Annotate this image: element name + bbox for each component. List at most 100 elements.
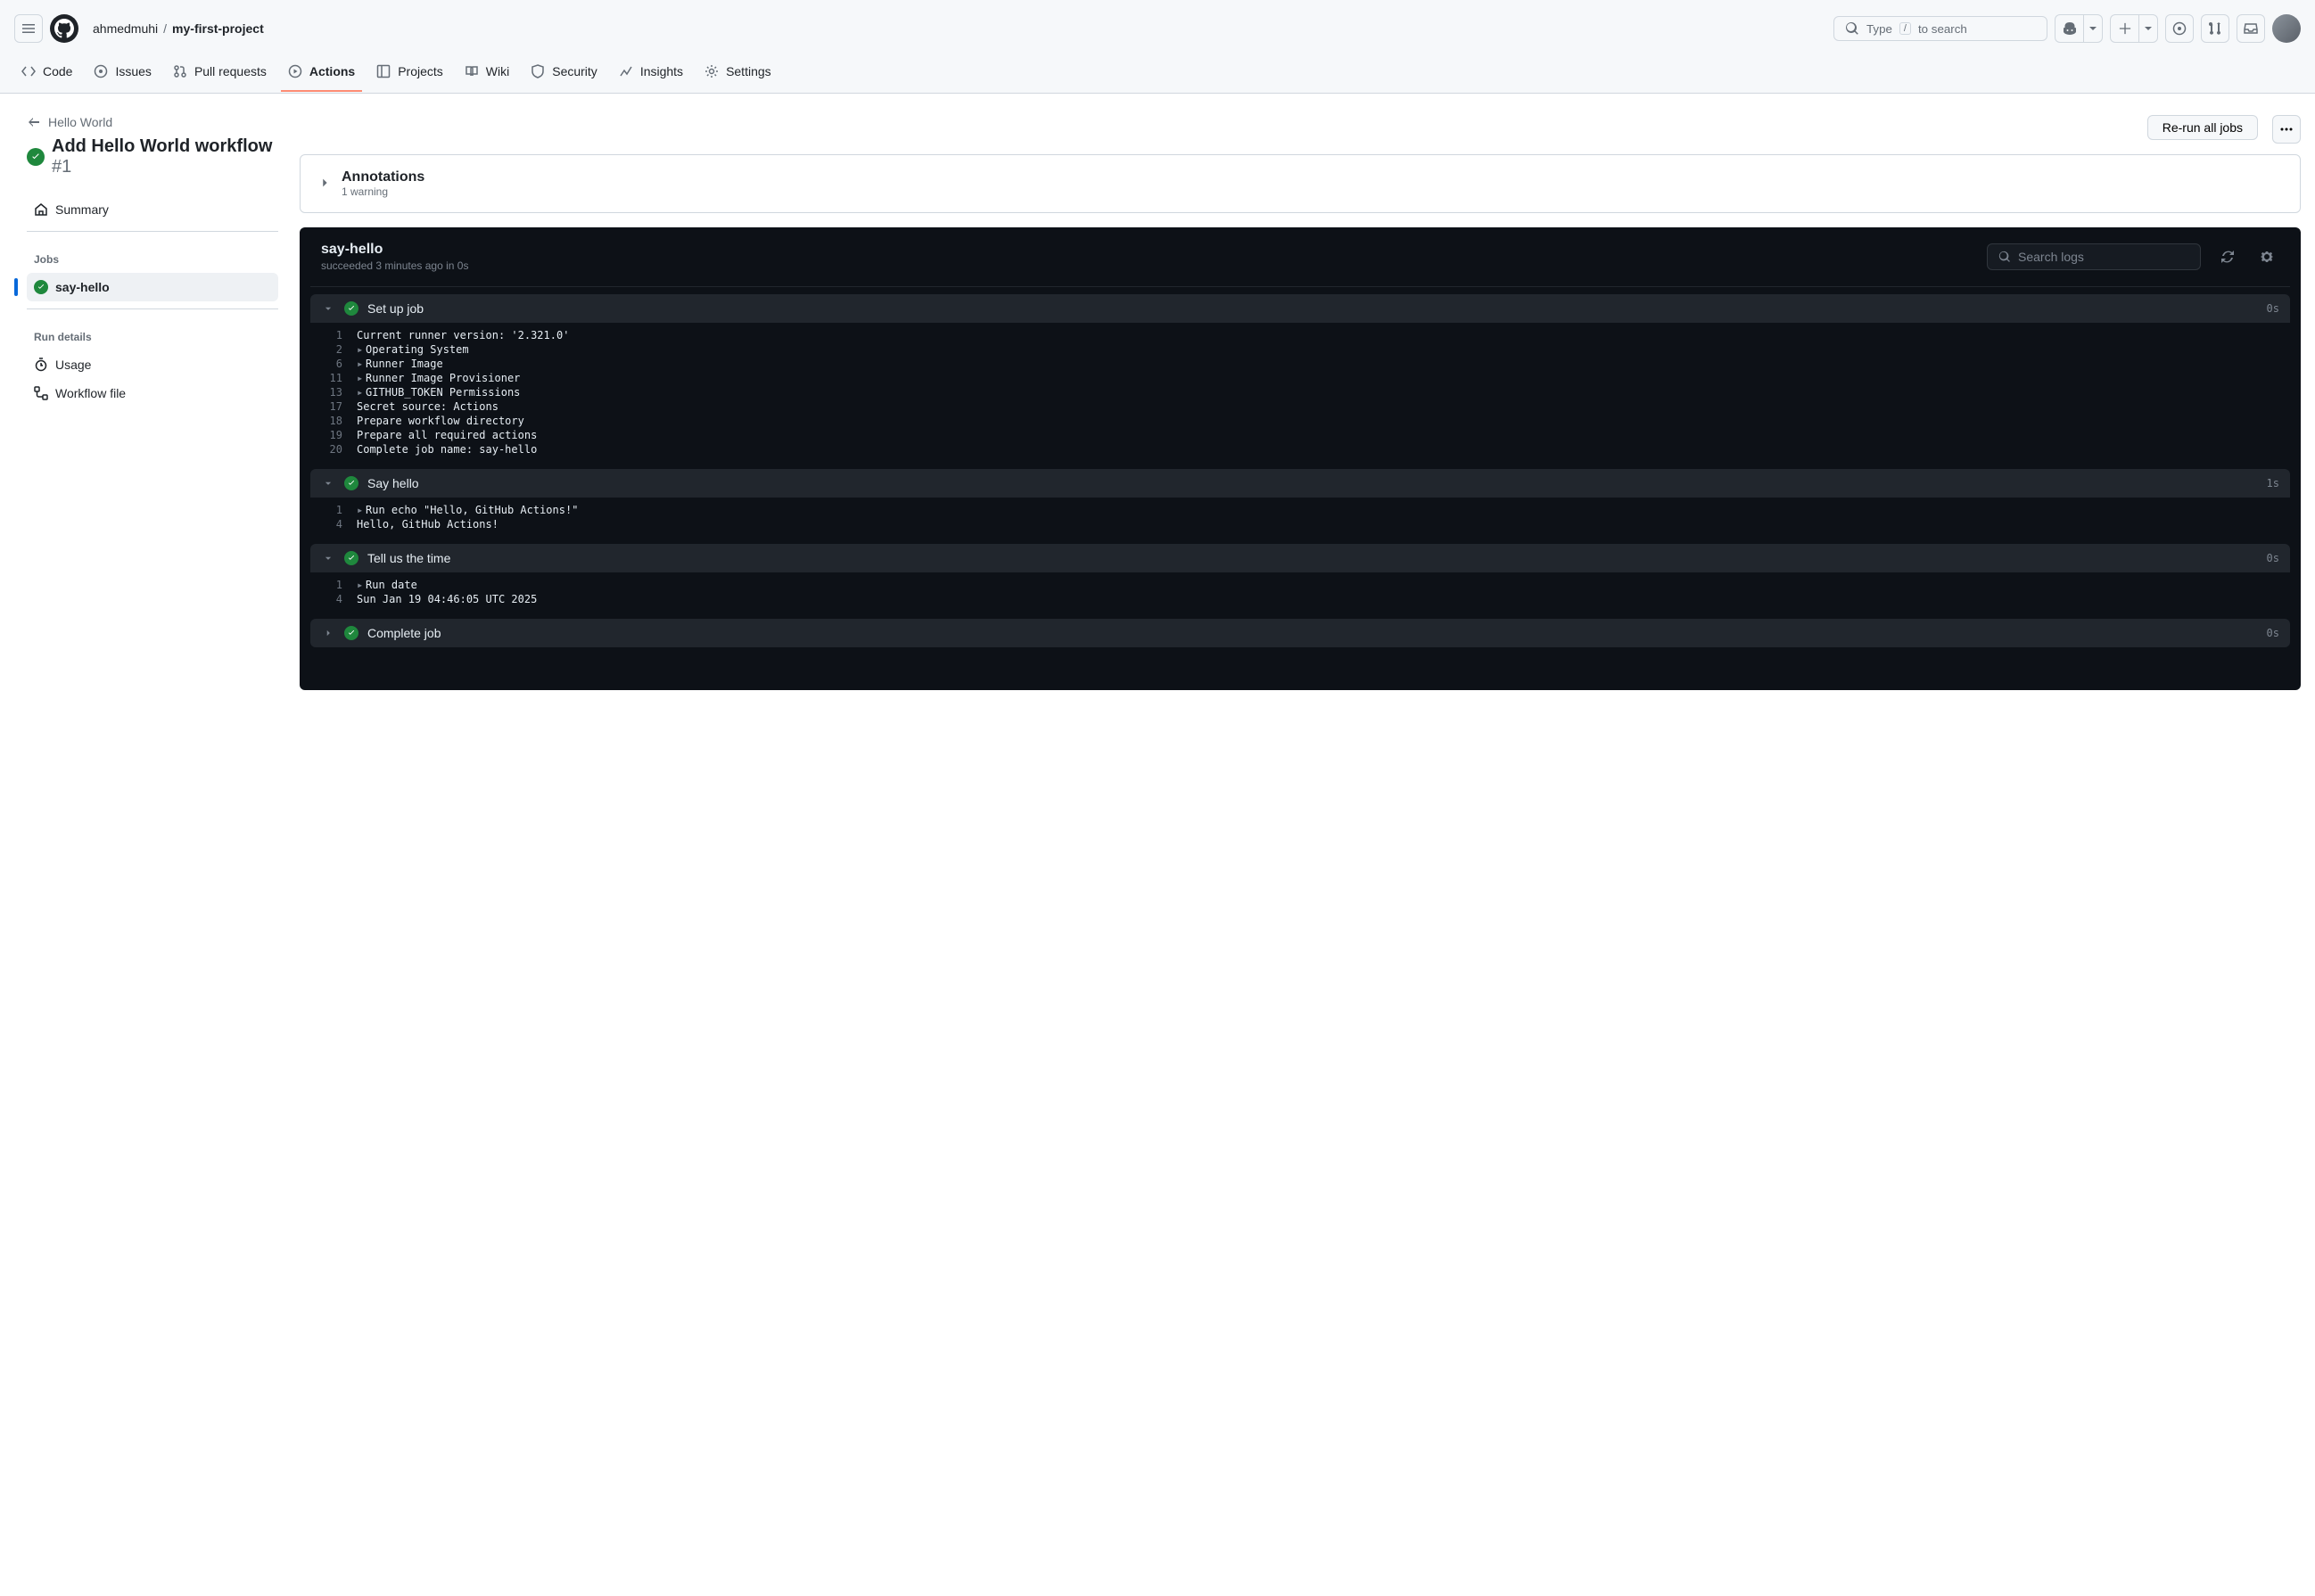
breadcrumb: ahmedmuhi / my-first-project	[93, 21, 264, 36]
page-title: Add Hello World workflow #1	[52, 136, 278, 177]
breadcrumb-repo[interactable]: my-first-project	[172, 21, 264, 36]
inbox-button[interactable]	[2237, 14, 2265, 43]
log-step: Set up job0s1Current runner version: '2.…	[310, 294, 2290, 462]
log-line-content: ▸Runner Image	[357, 358, 443, 370]
log-step-duration: 1s	[2267, 477, 2279, 489]
success-icon	[27, 148, 45, 166]
pull-requests-button[interactable]	[2201, 14, 2229, 43]
annotations-panel: Annotations 1 warning	[300, 154, 2301, 213]
create-new-dropdown-button[interactable]	[2138, 14, 2158, 43]
log-step-header[interactable]: Set up job0s	[310, 294, 2290, 323]
tab-settings[interactable]: Settings	[697, 57, 779, 93]
run-number: #1	[52, 157, 71, 177]
search-suffix-label: to search	[1918, 22, 1967, 36]
log-line-content: Prepare all required actions	[357, 429, 537, 441]
log-line-content: ▸Run date	[357, 579, 417, 591]
log-search-input[interactable]: Search logs	[1987, 243, 2201, 270]
log-line-number: 17	[321, 400, 357, 413]
log-line[interactable]: 6▸Runner Image	[310, 357, 2290, 371]
sidebar-item-workflow-file[interactable]: Workflow file	[27, 379, 278, 407]
log-line[interactable]: 20Complete job name: say-hello	[310, 442, 2290, 457]
log-line[interactable]: 18Prepare workflow directory	[310, 414, 2290, 428]
log-step-body: 1▸Run date4Sun Jan 19 04:46:05 UTC 2025	[310, 572, 2290, 612]
log-step-duration: 0s	[2267, 552, 2279, 564]
copilot-button-group	[2055, 14, 2103, 43]
tab-insights[interactable]: Insights	[612, 57, 690, 93]
search-icon	[1998, 251, 2011, 263]
tab-projects[interactable]: Projects	[369, 57, 450, 93]
sidebar-divider	[27, 231, 278, 232]
log-line[interactable]: 1Current runner version: '2.321.0'	[310, 328, 2290, 342]
breadcrumb-owner[interactable]: ahmedmuhi	[93, 21, 158, 36]
log-line-number: 19	[321, 429, 357, 441]
gear-icon	[2260, 250, 2274, 264]
log-step: Say hello1s 1▸Run echo "Hello, GitHub Act…	[310, 469, 2290, 537]
tab-issues[interactable]: Issues	[87, 57, 158, 93]
back-to-workflow-link[interactable]: Hello World	[27, 115, 278, 129]
log-line[interactable]: 19Prepare all required actions	[310, 428, 2290, 442]
sync-icon	[2220, 250, 2235, 264]
log-line[interactable]: 1▸Run date	[310, 578, 2290, 592]
avatar[interactable]	[2272, 14, 2301, 43]
kebab-icon	[2279, 122, 2294, 136]
chevron-right-icon	[321, 629, 335, 638]
log-step-body: 1Current runner version: '2.321.0'2▸Oper…	[310, 323, 2290, 462]
rerun-all-jobs-button[interactable]: Re-run all jobs	[2147, 115, 2258, 140]
log-line[interactable]: 4Sun Jan 19 04:46:05 UTC 2025	[310, 592, 2290, 606]
log-step-header[interactable]: Complete job0s	[310, 619, 2290, 647]
actions-icon	[288, 64, 302, 78]
caret-down-icon	[2145, 25, 2152, 32]
log-line[interactable]: 13▸GITHUB_TOKEN Permissions	[310, 385, 2290, 399]
sidebar-job-say-hello[interactable]: say-hello	[27, 273, 278, 301]
log-panel: say-hello succeeded 3 minutes ago in 0s …	[300, 227, 2301, 690]
sidebar-item-usage[interactable]: Usage	[27, 350, 278, 379]
sidebar-item-summary[interactable]: Summary	[27, 195, 278, 224]
global-nav-menu-button[interactable]	[14, 14, 43, 43]
copilot-icon	[2063, 21, 2077, 36]
log-line-content: Current runner version: '2.321.0'	[357, 329, 569, 341]
log-step-header[interactable]: Say hello1s	[310, 469, 2290, 498]
log-line[interactable]: 4Hello, GitHub Actions!	[310, 517, 2290, 531]
main-content: Re-run all jobs Annotations 1 warning sa…	[300, 115, 2301, 690]
chevron-down-icon	[324, 476, 333, 490]
annotations-toggle[interactable]	[318, 177, 331, 192]
run-actions-menu-button[interactable]	[2272, 115, 2301, 144]
log-line-content: ▸Operating System	[357, 343, 469, 356]
log-settings-button[interactable]	[2254, 244, 2279, 269]
log-refresh-button[interactable]	[2215, 244, 2240, 269]
workflow-name: Hello World	[48, 115, 112, 129]
breadcrumb-separator: /	[163, 21, 167, 36]
log-steps: Set up job0s1Current runner version: '2.…	[300, 294, 2301, 647]
log-line[interactable]: 1▸Run echo "Hello, GitHub Actions!"	[310, 503, 2290, 517]
plus-icon	[2119, 22, 2131, 35]
create-new-button[interactable]	[2110, 14, 2138, 43]
copilot-dropdown-button[interactable]	[2083, 14, 2103, 43]
tab-pulls[interactable]: Pull requests	[166, 57, 274, 93]
tab-wiki[interactable]: Wiki	[457, 57, 516, 93]
log-step-header[interactable]: Tell us the time0s	[310, 544, 2290, 572]
github-logo[interactable]	[50, 14, 78, 43]
issues-button[interactable]	[2165, 14, 2194, 43]
log-line-number: 18	[321, 415, 357, 427]
inbox-icon	[2244, 21, 2258, 36]
log-line[interactable]: 17Secret source: Actions	[310, 399, 2290, 414]
copilot-button[interactable]	[2055, 14, 2083, 43]
stopwatch-icon	[34, 358, 48, 372]
pulls-icon	[173, 64, 187, 78]
tab-security[interactable]: Security	[523, 57, 605, 93]
tab-actions[interactable]: Actions	[281, 57, 362, 93]
log-line-number: 4	[321, 518, 357, 531]
search-input[interactable]: Type / to search	[1833, 16, 2047, 41]
search-icon	[1845, 21, 1859, 36]
app-header: ahmedmuhi / my-first-project Type / to s…	[0, 0, 2315, 57]
log-line-content: Sun Jan 19 04:46:05 UTC 2025	[357, 593, 537, 605]
annotations-subtitle: 1 warning	[342, 185, 424, 198]
log-line[interactable]: 2▸Operating System	[310, 342, 2290, 357]
log-step-name: Set up job	[367, 301, 2258, 316]
search-type-label: Type	[1866, 22, 1892, 36]
caret-down-icon	[2089, 25, 2097, 32]
tab-code[interactable]: Code	[14, 57, 79, 93]
log-step: Tell us the time0s1▸Run date4Sun Jan 19 …	[310, 544, 2290, 612]
log-line[interactable]: 11▸Runner Image Provisioner	[310, 371, 2290, 385]
log-header: say-hello succeeded 3 minutes ago in 0s …	[300, 227, 2301, 286]
